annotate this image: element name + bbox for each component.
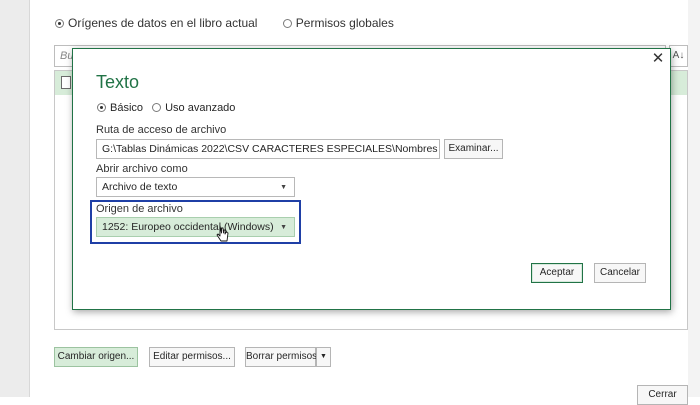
change-source-button[interactable]: Cambiar origen...: [54, 347, 138, 367]
mode-option-label: Uso avanzado: [165, 102, 236, 114]
ok-button[interactable]: Aceptar: [531, 263, 583, 283]
open-as-value: Archivo de texto: [102, 181, 178, 193]
chevron-down-icon: ▼: [280, 184, 287, 191]
mode-option-basic[interactable]: Básico: [97, 102, 143, 114]
open-as-label: Abrir archivo como: [96, 163, 188, 175]
scope-option-current-workbook[interactable]: Orígenes de datos en el libro actual: [55, 16, 257, 30]
sort-az-icon[interactable]: A↓: [669, 45, 688, 67]
scope-radio-group: Orígenes de datos en el libro actual Per…: [55, 16, 416, 30]
radio-selected-icon: [55, 19, 64, 28]
clear-permissions-dropdown[interactable]: ▼: [316, 347, 331, 367]
mode-option-advanced[interactable]: Uso avanzado: [152, 102, 235, 114]
document-icon: [61, 76, 71, 89]
mode-radio-group: Básico Uso avanzado: [97, 102, 241, 114]
radio-unselected-icon: [282, 19, 292, 28]
scope-option-label: Orígenes de datos en el libro actual: [68, 16, 258, 30]
dialog-title: Texto: [96, 72, 140, 92]
open-as-select[interactable]: Archivo de texto ▼: [96, 177, 295, 197]
radio-unselected-icon: [152, 103, 162, 112]
close-button[interactable]: Cerrar: [637, 385, 688, 405]
annotation-highlight-box: [90, 200, 301, 244]
file-path-input[interactable]: G:\Tablas Dinámicas 2022\CSV CARACTERES …: [96, 139, 440, 159]
mouse-pointer-icon: [216, 225, 229, 242]
file-path-label: Ruta de acceso de archivo: [96, 124, 227, 136]
scope-option-global-permissions[interactable]: Permisos globales: [282, 16, 394, 30]
right-panel-strip: [688, 0, 700, 397]
close-icon[interactable]: ✕: [651, 51, 665, 66]
browse-button[interactable]: Examinar...: [444, 139, 503, 159]
left-panel-strip: [0, 0, 30, 397]
radio-selected-icon: [97, 103, 106, 112]
mode-option-label: Básico: [110, 102, 144, 114]
edit-permissions-button[interactable]: Editar permisos...: [149, 347, 235, 367]
chevron-down-icon: ▼: [320, 353, 327, 360]
clear-permissions-button[interactable]: Borrar permisos: [245, 347, 317, 367]
cancel-button[interactable]: Cancelar: [594, 263, 646, 283]
scope-option-label: Permisos globales: [295, 16, 394, 30]
